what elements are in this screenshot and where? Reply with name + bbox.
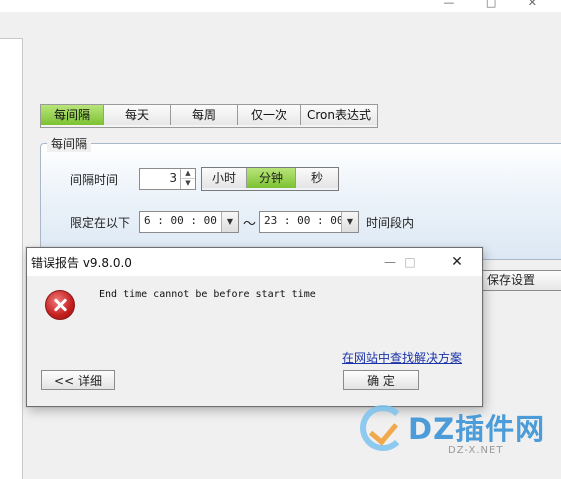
unit-second[interactable]: 秒	[296, 168, 338, 188]
tab-cron-expression[interactable]: Cron表达式	[301, 105, 377, 125]
tab-daily[interactable]: 每天	[104, 105, 171, 125]
tab-every-interval[interactable]: 每间隔	[41, 105, 104, 125]
group-title: 每间隔	[47, 135, 92, 152]
range-tilde: ～	[243, 217, 257, 232]
background-window-controls[interactable]: — □ ✕	[443, 0, 551, 9]
maximize-icon[interactable]: □	[395, 251, 425, 273]
dialog-body: End time cannot be before start time 在网站…	[27, 276, 482, 406]
spin-up-icon[interactable]: ▲	[181, 169, 195, 179]
close-icon[interactable]: ✕	[442, 251, 472, 273]
interval-spinbox[interactable]: 3 ▲ ▼	[139, 168, 196, 190]
dialog-titlebar[interactable]: 错误报告 v9.8.0.0 — □ ✕	[27, 248, 482, 276]
details-button[interactable]: << 详细	[41, 370, 115, 390]
start-time-picker[interactable]: 6 : 00 : 00 ▼	[139, 211, 239, 233]
schedule-mode-tabs: 每间隔 每天 每周 仅一次 Cron表达式	[40, 104, 378, 128]
tab-once[interactable]: 仅一次	[238, 105, 301, 125]
interval-group-box	[40, 143, 561, 260]
find-solution-link[interactable]: 在网站中查找解决方案	[342, 349, 462, 366]
interval-label: 间隔时间	[70, 173, 119, 187]
interval-value[interactable]: 3	[169, 171, 177, 185]
dialog-title: 错误报告 v9.8.0.0	[31, 256, 132, 270]
unit-minute[interactable]: 分钟	[247, 168, 296, 188]
start-time-value[interactable]: 6 : 00 : 00	[144, 214, 217, 227]
error-report-dialog: 错误报告 v9.8.0.0 — □ ✕ End time cannot be b…	[26, 247, 483, 407]
interval-unit-tabs: 小时 分钟 秒	[201, 167, 339, 191]
watermark-domain: DZ-X.NET	[448, 445, 504, 456]
background-sidebar-panel	[0, 38, 23, 479]
error-icon	[45, 290, 75, 320]
range-suffix: 时间段内	[366, 216, 415, 230]
spin-buttons: ▲ ▼	[180, 169, 195, 189]
background-titlebar: — □ ✕	[0, 0, 561, 12]
chevron-down-icon[interactable]: ▼	[221, 212, 238, 232]
end-time-value[interactable]: 23 : 00 : 00	[264, 214, 343, 227]
spin-down-icon[interactable]: ▼	[181, 179, 195, 188]
chevron-down-icon[interactable]: ▼	[341, 212, 358, 232]
watermark-brand: DZ插件网	[408, 412, 546, 446]
limit-label: 限定在以下	[70, 216, 131, 230]
site-watermark: DZ插件网 DZ-X.NET	[360, 400, 560, 470]
error-message: End time cannot be before start time	[99, 289, 316, 300]
end-time-picker[interactable]: 23 : 00 : 00 ▼	[259, 211, 359, 233]
tab-weekly[interactable]: 每周	[171, 105, 238, 125]
save-settings-button[interactable]: 保存设置	[478, 270, 561, 291]
ok-button[interactable]: 确 定	[343, 370, 419, 390]
unit-hour[interactable]: 小时	[202, 168, 247, 188]
